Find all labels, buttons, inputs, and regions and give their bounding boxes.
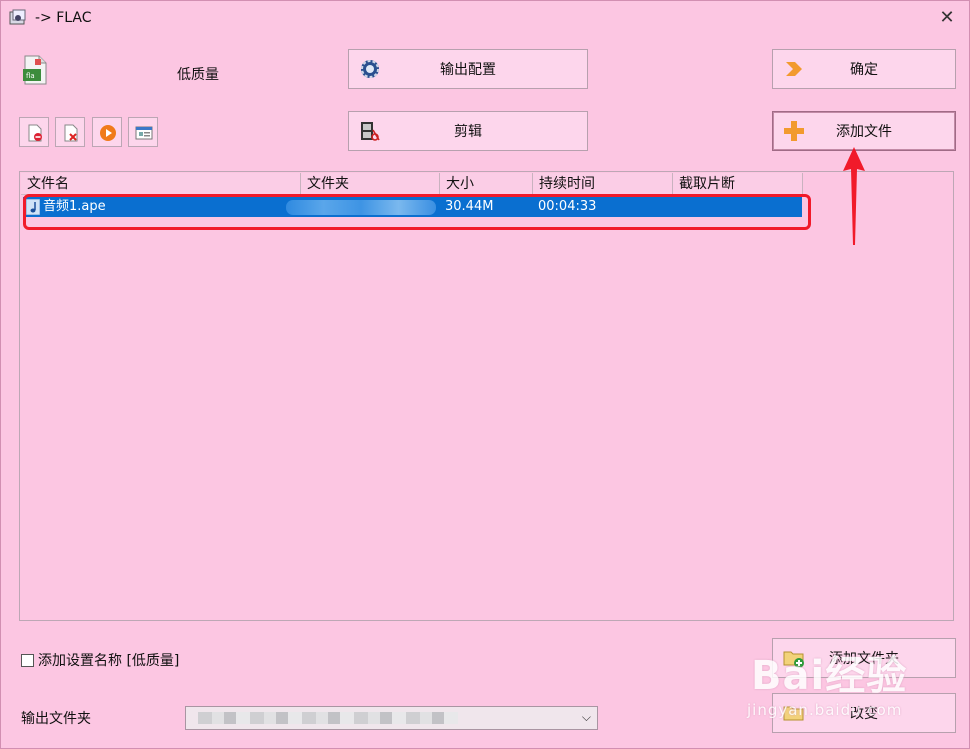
chevron-down-icon[interactable]: ⌵ [582,710,591,725]
file-list-header: 文件名 文件夹 大小 持续时间 截取片断 [21,173,951,195]
remove-file-icon [28,124,42,142]
info-icon [135,126,153,140]
plus-icon [784,121,804,141]
remove-file-button[interactable] [19,117,49,147]
annotation-highlight-box [23,194,811,230]
arrow-right-icon [786,62,802,76]
folder-add-icon [783,651,804,668]
output-folder-select[interactable]: ⌵ [185,706,598,730]
window-title: -> FLAC [35,10,92,26]
quality-label: 低质量 [177,67,219,83]
output-config-button[interactable]: 输出配置 [348,49,588,89]
output-config-label: 输出配置 [440,62,496,78]
file-list[interactable]: 文件名 文件夹 大小 持续时间 截取片断 音频1.ape 30.44M 00:0… [19,171,954,621]
edit-label: 剪辑 [454,124,482,140]
column-header-clip[interactable]: 截取片断 [673,173,803,195]
change-button[interactable]: 改变 [772,693,956,733]
add-folder-button[interactable]: 添加文件夹 [772,638,956,678]
main-window: -> FLAC ✕ fla 低质量 输出配置 确定 剪辑 添加文件 文件名 文件… [0,0,970,749]
delete-file-icon [64,124,78,142]
app-icon [9,9,26,25]
column-header-size[interactable]: 大小 [440,173,533,195]
svg-text:fla: fla [26,72,35,80]
output-folder-label: 输出文件夹 [21,711,91,727]
add-setting-name-label: 添加设置名称 [低质量] [38,653,180,669]
column-header-name[interactable]: 文件名 [21,173,301,195]
delete-file-button[interactable] [55,117,85,147]
gear-icon [361,60,379,78]
title-bar: -> FLAC ✕ [1,1,969,35]
annotation-arrow-icon [843,147,865,245]
add-file-button[interactable]: 添加文件 [772,111,956,151]
play-button[interactable] [92,117,122,147]
film-scissors-icon [361,122,380,141]
column-header-folder[interactable]: 文件夹 [301,173,440,195]
info-button[interactable] [128,117,158,147]
add-setting-name-option[interactable]: 添加设置名称 [低质量] [21,650,179,670]
redacted-output-path [198,712,458,724]
add-setting-name-checkbox[interactable] [21,653,34,667]
play-icon [100,125,116,141]
column-header-duration[interactable]: 持续时间 [533,173,673,195]
close-icon[interactable]: ✕ [937,8,957,28]
flac-file-icon: fla [23,55,47,85]
ok-button[interactable]: 确定 [772,49,956,89]
folder-icon [783,706,804,721]
edit-button[interactable]: 剪辑 [348,111,588,151]
